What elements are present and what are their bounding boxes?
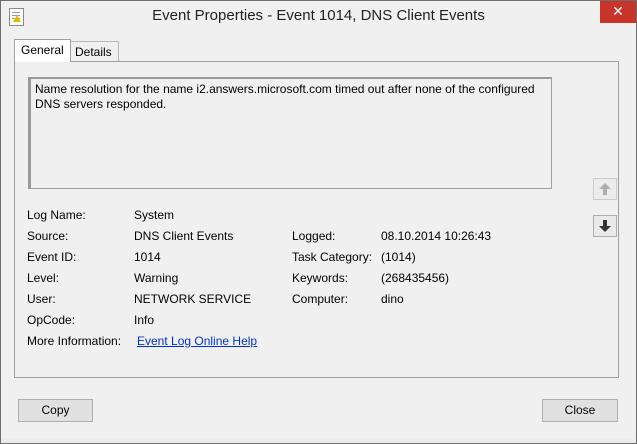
tab-details[interactable]: Details <box>68 41 119 62</box>
arrow-down-icon <box>599 220 611 232</box>
window-bottom-edge <box>2 439 634 443</box>
log-name-label: Log Name: <box>27 208 86 222</box>
event-id-value[interactable]: 1014 <box>134 250 161 264</box>
event-properties-window: Event Properties - Event 1014, DNS Clien… <box>0 0 637 444</box>
window-close-button[interactable]: ✕ <box>600 1 636 23</box>
opcode-value[interactable]: Info <box>134 313 154 327</box>
title-bar[interactable]: Event Properties - Event 1014, DNS Clien… <box>1 1 636 31</box>
user-value[interactable]: NETWORK SERVICE <box>134 292 251 306</box>
computer-label: Computer: <box>292 292 349 306</box>
task-category-label: Task Category: <box>292 250 373 264</box>
close-button[interactable]: Close <box>542 399 618 422</box>
copy-button[interactable]: Copy <box>18 399 93 422</box>
source-label: Source: <box>27 229 69 243</box>
logged-value[interactable]: 08.10.2014 10:26:43 <box>381 229 491 243</box>
tab-general[interactable]: General <box>14 39 71 62</box>
computer-value[interactable]: dino <box>381 292 404 306</box>
keywords-label: Keywords: <box>292 271 349 285</box>
source-value[interactable]: DNS Client Events <box>134 229 233 243</box>
event-id-label: Event ID: <box>27 250 77 264</box>
user-label: User: <box>27 292 56 306</box>
next-event-button[interactable] <box>593 215 617 237</box>
level-label: Level: <box>27 271 60 285</box>
logged-label: Logged: <box>292 229 336 243</box>
event-log-online-help-link[interactable]: Event Log Online Help <box>137 334 257 348</box>
previous-event-button[interactable] <box>593 178 617 200</box>
keywords-value[interactable]: (268435456) <box>381 271 449 285</box>
level-value[interactable]: Warning <box>134 271 178 285</box>
opcode-label: OpCode: <box>27 313 76 327</box>
window-title: Event Properties - Event 1014, DNS Clien… <box>152 7 485 24</box>
event-message-box[interactable]: Name resolution for the name i2.answers.… <box>28 77 552 189</box>
more-information-label: More Information: <box>27 334 122 348</box>
log-name-value[interactable]: System <box>134 208 174 222</box>
arrow-up-icon <box>599 183 611 195</box>
general-tab-panel: Name resolution for the name i2.answers.… <box>14 61 619 378</box>
task-category-value[interactable]: (1014) <box>381 250 416 264</box>
